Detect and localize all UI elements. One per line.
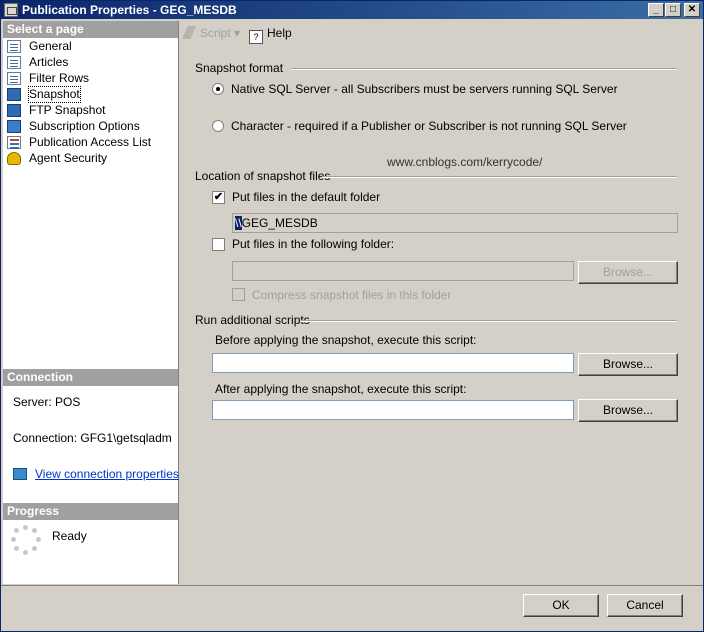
snapshot-page: Script ▾ ? Help Snapshot format Native SQ…	[179, 21, 701, 584]
sidebar-item-filter-rows[interactable]: Filter Rows	[7, 71, 175, 86]
script-icon	[182, 26, 196, 39]
cancel-button[interactable]: Cancel	[607, 594, 683, 617]
run-scripts-divider	[301, 320, 677, 322]
native-format-label[interactable]: Native SQL Server - all Subscribers must…	[231, 82, 618, 96]
window-title: Publication Properties - GEG_MESDB	[22, 3, 237, 17]
default-path-text: GEG_MESDB	[241, 216, 318, 230]
after-script-browse-button[interactable]: Browse...	[578, 399, 678, 422]
sidebar-item-label: General	[29, 39, 72, 53]
progress-status: Ready	[52, 529, 87, 543]
snapshot-page-icon	[7, 88, 21, 101]
articles-page-icon	[7, 56, 21, 69]
sidebar-item-label: Agent Security	[29, 151, 108, 165]
after-script-label: After applying the snapshot, execute thi…	[215, 382, 467, 396]
sidebar-item-subscription-options[interactable]: Subscription Options	[7, 119, 175, 134]
view-link-label[interactable]: View connection properties	[35, 467, 179, 481]
before-script-input[interactable]	[212, 353, 574, 373]
compress-label[interactable]: Compress snapshot files in this folder	[252, 288, 451, 302]
connection-name: Connection: GFG1\getsqladm	[13, 431, 172, 445]
toolbar: Script ▾ ? Help	[179, 21, 701, 47]
character-format-label[interactable]: Character - required if a Publisher or S…	[231, 119, 627, 133]
help-label: Help	[267, 26, 292, 40]
close-button[interactable]: ✕	[684, 3, 700, 17]
dialog-button-bar: OK Cancel	[1, 585, 703, 631]
filter-rows-page-icon	[7, 72, 21, 85]
subscription-options-page-icon	[7, 120, 21, 133]
sidebar-item-snapshot[interactable]: Snapshot	[7, 86, 175, 103]
script-button[interactable]: Script ▾	[182, 25, 240, 41]
location-label: Location of snapshot files	[195, 169, 331, 183]
sidebar-item-label: Filter Rows	[29, 71, 90, 85]
default-folder-path[interactable]: \\GEG_MESDB	[232, 213, 678, 233]
following-folder-label[interactable]: Put files in the following folder:	[232, 237, 394, 251]
sidebar: Select a page General Articles Filter Ro…	[3, 21, 179, 584]
sidebar-item-label: Publication Access List	[29, 135, 152, 149]
dropdown-arrow-icon: ▾	[234, 26, 241, 40]
ftp-snapshot-page-icon	[7, 104, 21, 117]
connection-properties-icon	[13, 468, 27, 480]
agent-security-page-icon	[7, 152, 21, 165]
help-button[interactable]: ? Help	[249, 25, 292, 44]
run-scripts-label: Run additional scripts	[195, 313, 310, 327]
folder-browse-button[interactable]: Browse...	[578, 261, 678, 284]
sidebar-item-general[interactable]: General	[7, 39, 175, 54]
native-format-radio[interactable]	[212, 83, 224, 95]
general-page-icon	[7, 40, 21, 53]
progress-spinner-icon	[11, 525, 41, 555]
default-folder-checkbox[interactable]: ✔	[212, 191, 225, 204]
sidebar-item-label: Articles	[29, 55, 69, 69]
location-divider	[322, 176, 677, 178]
snapshot-format-label: Snapshot format	[195, 61, 284, 75]
character-format-radio[interactable]	[212, 120, 224, 132]
connection-header: Connection	[3, 369, 178, 386]
sidebar-item-label: Subscription Options	[29, 119, 140, 133]
progress-header: Progress	[3, 503, 178, 520]
view-connection-properties-link[interactable]: View connection properties	[13, 467, 179, 481]
watermark-text: www.cnblogs.com/kerrycode/	[387, 155, 543, 169]
maximize-button[interactable]: □	[665, 3, 681, 17]
before-script-label: Before applying the snapshot, execute th…	[215, 333, 477, 347]
minimize-button[interactable]: _	[648, 3, 664, 17]
snapshot-format-divider	[291, 68, 677, 70]
select-page-header: Select a page	[3, 21, 178, 38]
script-label: Script	[200, 26, 231, 40]
sidebar-item-articles[interactable]: Articles	[7, 55, 175, 70]
ok-button[interactable]: OK	[523, 594, 599, 617]
sidebar-item-label: FTP Snapshot	[29, 103, 106, 117]
default-folder-label[interactable]: Put files in the default folder	[232, 190, 380, 204]
access-list-page-icon	[7, 136, 21, 149]
following-folder-path[interactable]	[232, 261, 574, 281]
compress-checkbox[interactable]	[232, 288, 245, 301]
following-folder-checkbox[interactable]	[212, 238, 225, 251]
publication-properties-window: Publication Properties - GEG_MESDB _ □ ✕…	[0, 0, 704, 632]
before-script-browse-button[interactable]: Browse...	[578, 353, 678, 376]
title-bar[interactable]: Publication Properties - GEG_MESDB _ □ ✕	[1, 1, 703, 19]
sidebar-item-ftp-snapshot[interactable]: FTP Snapshot	[7, 103, 175, 118]
sidebar-item-label: Snapshot	[28, 86, 81, 103]
after-script-input[interactable]	[212, 400, 574, 420]
server-name: Server: POS	[13, 395, 81, 409]
help-icon: ?	[249, 30, 263, 44]
sidebar-item-publication-access-list[interactable]: Publication Access List	[7, 135, 175, 150]
sidebar-item-agent-security[interactable]: Agent Security	[7, 151, 175, 166]
default-path-selected-text: \\	[235, 216, 242, 230]
window-icon	[4, 3, 18, 17]
